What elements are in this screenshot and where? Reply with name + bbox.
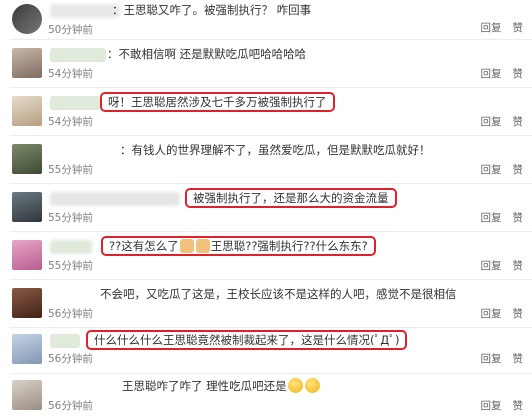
comment-actions: 回复 赞 [481, 306, 524, 321]
comment-actions: 回复 赞 [481, 398, 524, 413]
avatar[interactable] [12, 48, 42, 78]
comment-row: ：有钱人的世界理解不了，虽然爱吃瓜，但是默默吃瓜就好！ 55分钟前 回复 赞 [0, 136, 532, 184]
reply-button[interactable]: 回复 [481, 306, 502, 321]
reply-button[interactable]: 回复 [481, 398, 502, 413]
comment-actions: 回复 赞 [481, 162, 524, 177]
comment-text-part: 王思聪咋了咋了 理性吃瓜吧还是 [122, 379, 287, 393]
avatar[interactable] [12, 144, 42, 174]
comment-row: 被强制执行了，还是那么大的资金流量 55分钟前 回复 赞 [0, 184, 532, 232]
comment-actions: 回复 赞 [481, 20, 524, 35]
like-button[interactable]: 赞 [513, 66, 524, 81]
comment-time: 55分钟前 [48, 164, 93, 176]
comment-time: 56分钟前 [48, 308, 93, 320]
comment-time: 54分钟前 [48, 68, 93, 80]
like-button[interactable]: 赞 [513, 20, 524, 35]
reply-button[interactable]: 回复 [481, 20, 502, 35]
username[interactable] [50, 96, 100, 110]
cat-emoji-icon [195, 239, 210, 253]
comment-list: ：王思聪又咋了。被强制执行？ 咋回事 50分钟前 回复 赞 ：不敢相信啊 还是默… [0, 0, 532, 420]
comment-actions: 回复 赞 [481, 258, 524, 273]
avatar[interactable] [12, 192, 42, 222]
username[interactable] [50, 144, 112, 158]
comment-row: 呀！王思聪居然涉及七千多万被强制执行了 54分钟前 回复 赞 [0, 88, 532, 136]
like-button[interactable]: 赞 [513, 306, 524, 321]
smile-emoji-icon [287, 378, 303, 393]
username[interactable] [50, 380, 94, 394]
like-button[interactable]: 赞 [513, 258, 524, 273]
comment-actions: 回复 赞 [481, 66, 524, 81]
like-button[interactable]: 赞 [513, 162, 524, 177]
like-button[interactable]: 赞 [513, 398, 524, 413]
like-button[interactable]: 赞 [513, 114, 524, 129]
comment-time: 55分钟前 [48, 212, 93, 224]
comment-text: 王思聪咋了咋了 理性吃瓜吧还是 [122, 377, 321, 395]
comment-text: ：王思聪又咋了。被强制执行？ 咋回事 [112, 3, 312, 17]
comment-row: 不会吧，又吃瓜了这是，王校长应该不是这样的人吧，感觉不是很相信 56分钟前 回复… [0, 280, 532, 328]
comment-text-part: 王思聪??强制执行??什么东东? [210, 239, 368, 253]
comment-time: 56分钟前 [48, 400, 93, 412]
comment-row: 什么什么什么王思聪竟然被制裁起来了，这是什么情况(ﾟДﾟ) 56分钟前 回复 赞 [0, 326, 532, 374]
cat-emoji-icon [179, 239, 194, 253]
username[interactable] [50, 334, 80, 348]
username[interactable] [50, 192, 180, 206]
avatar[interactable] [12, 380, 42, 410]
username[interactable] [50, 240, 92, 254]
reply-button[interactable]: 回复 [481, 66, 502, 81]
smile-emoji-icon [304, 378, 320, 393]
comment-time: 55分钟前 [48, 260, 93, 272]
comment-row: 王思聪咋了咋了 理性吃瓜吧还是 56分钟前 回复 赞 [0, 372, 532, 420]
comment-text: 不会吧，又吃瓜了这是，王校长应该不是这样的人吧，感觉不是很相信 [100, 287, 457, 301]
avatar[interactable] [12, 240, 42, 270]
comment-time: 56分钟前 [48, 353, 93, 365]
comment-text: 什么什么什么王思聪竟然被制裁起来了，这是什么情况(ﾟДﾟ) [86, 330, 408, 350]
comment-text-part: ??这有怎么了 [109, 239, 179, 253]
comment-text: ：不敢相信啊 还是默默吃瓜吧哈哈哈哈 [107, 47, 307, 61]
comment-actions: 回复 赞 [481, 351, 524, 366]
reply-button[interactable]: 回复 [481, 258, 502, 273]
comment-text: ??这有怎么了 王思聪??强制执行??什么东东? [101, 236, 376, 256]
comment-actions: 回复 赞 [481, 210, 524, 225]
username[interactable] [50, 48, 106, 62]
avatar[interactable] [12, 334, 42, 364]
comment-row: ??这有怎么了 王思聪??强制执行??什么东东? 55分钟前 回复 赞 [0, 232, 532, 280]
username[interactable] [50, 288, 90, 302]
comment-row: ：王思聪又咋了。被强制执行？ 咋回事 50分钟前 回复 赞 [0, 0, 532, 40]
comment-actions: 回复 赞 [481, 114, 524, 129]
like-button[interactable]: 赞 [513, 210, 524, 225]
reply-button[interactable]: 回复 [481, 114, 502, 129]
comment-row: ：不敢相信啊 还是默默吃瓜吧哈哈哈哈 54分钟前 回复 赞 [0, 40, 532, 88]
reply-button[interactable]: 回复 [481, 351, 502, 366]
comment-text: ：有钱人的世界理解不了，虽然爱吃瓜，但是默默吃瓜就好！ [120, 143, 431, 157]
comment-time: 54分钟前 [48, 116, 93, 128]
comment-text: 被强制执行了，还是那么大的资金流量 [185, 188, 397, 208]
avatar[interactable] [12, 96, 42, 126]
reply-button[interactable]: 回复 [481, 210, 502, 225]
comment-time: 50分钟前 [48, 24, 93, 36]
comment-text: 呀！王思聪居然涉及七千多万被强制执行了 [100, 92, 335, 112]
username[interactable] [50, 4, 120, 18]
reply-button[interactable]: 回复 [481, 162, 502, 177]
like-button[interactable]: 赞 [513, 351, 524, 366]
avatar[interactable] [12, 4, 42, 34]
avatar[interactable] [12, 288, 42, 318]
